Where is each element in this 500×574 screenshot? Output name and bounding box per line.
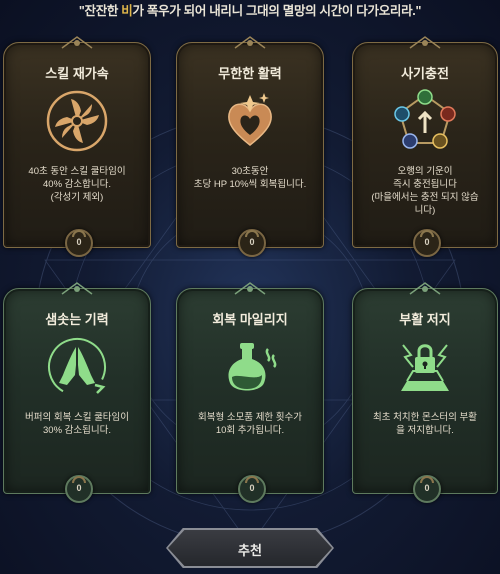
cost-badge: 0 [65, 475, 93, 503]
spiral-blades-icon [46, 90, 108, 152]
recommend-button-label: 추천 [238, 543, 262, 558]
card-title: 회복 마일리지 [212, 312, 288, 327]
header-quote: "잔잔한 비가 폭우가 되어 내리니 그대의 멸망의 시간이 다가오리라." [0, 0, 500, 22]
locked-altar-icon [401, 344, 449, 391]
cost-value: 0 [249, 237, 255, 247]
quote-part-pre: "잔잔한 [78, 4, 122, 18]
card-description: 40초 동안 스킬 쿨타임이 40% 감소합니다. (각성기 제외) [28, 166, 126, 203]
card-crest-ornament [61, 282, 93, 295]
five-elements-icon [394, 89, 456, 149]
card-crest-ornament [409, 282, 441, 295]
quote-highlight: 비 [121, 4, 133, 18]
card-title: 부활 저지 [399, 312, 451, 327]
card-skill-reacceleration[interactable]: 스킬 재가속 40초 동안 스킬 쿨타임이 40% 감소합니다. (각성기 제외… [3, 36, 151, 257]
card-recovery-mileage[interactable]: 회복 마일리지 회복형 소모품 제한 횟수가 10회 추가됩니다. 0 [176, 282, 324, 503]
recommend-button[interactable]: 추천 [168, 530, 332, 566]
cost-value: 0 [249, 483, 255, 493]
cost-value: 0 [424, 237, 430, 247]
cost-badge: 0 [413, 229, 441, 257]
cost-value: 0 [76, 237, 82, 247]
card-description: 30초동안 초당 HP 10%씩 회복됩니다. [193, 166, 307, 190]
cost-badge: 0 [238, 229, 266, 257]
cost-value: 0 [76, 483, 82, 493]
card-title: 샘솟는 기력 [45, 312, 109, 327]
flame-heart-icon [228, 93, 272, 146]
card-title: 사기충전 [401, 66, 449, 81]
cost-badge: 0 [65, 229, 93, 257]
potion-flask-icon [228, 343, 277, 391]
card-morale-charge[interactable]: 사기충전 오행의 기운이 즉시 충전됩니다 (마을에서는 충전 되지 않습 니다… [352, 36, 498, 257]
card-title: 무한한 활력 [218, 66, 282, 81]
card-crest-ornament [409, 36, 441, 49]
cost-badge: 0 [238, 475, 266, 503]
card-surging-energy[interactable]: 샘솟는 기력 버퍼의 회복 스킬 쿨타임이 30% 감소됩니다. 0 [3, 282, 151, 503]
card-crest-ornament [61, 36, 93, 49]
card-description: 최초 처치한 몬스터의 부활 을 저지합니다. [372, 412, 478, 436]
cost-badge: 0 [413, 475, 441, 503]
card-description: 회복형 소모품 제한 횟수가 10회 추가됩니다. [197, 412, 303, 436]
praying-hands-icon [48, 338, 106, 396]
quote-part-post: 가 폭우가 되어 내리니 그대의 멸망의 시간이 다가오리라." [132, 4, 422, 18]
card-crest-ornament [234, 282, 266, 295]
card-description: 오행의 기운이 즉시 충전됩니다 (마을에서는 충전 되지 않습 니다) [371, 166, 479, 216]
card-infinite-vitality[interactable]: 무한한 활력 30초동안 초당 HP 10%씩 회복됩니다. 0 [176, 36, 324, 257]
card-resurrection-block[interactable]: 부활 저지 최초 처치한 몬스터의 부활 을 저지합니다. 0 [352, 282, 498, 503]
card-title: 스킬 재가속 [45, 66, 109, 81]
cost-value: 0 [424, 483, 430, 493]
card-crest-ornament [234, 36, 266, 49]
card-description: 버퍼의 회복 스킬 쿨타임이 30% 감소됩니다. [24, 412, 130, 436]
